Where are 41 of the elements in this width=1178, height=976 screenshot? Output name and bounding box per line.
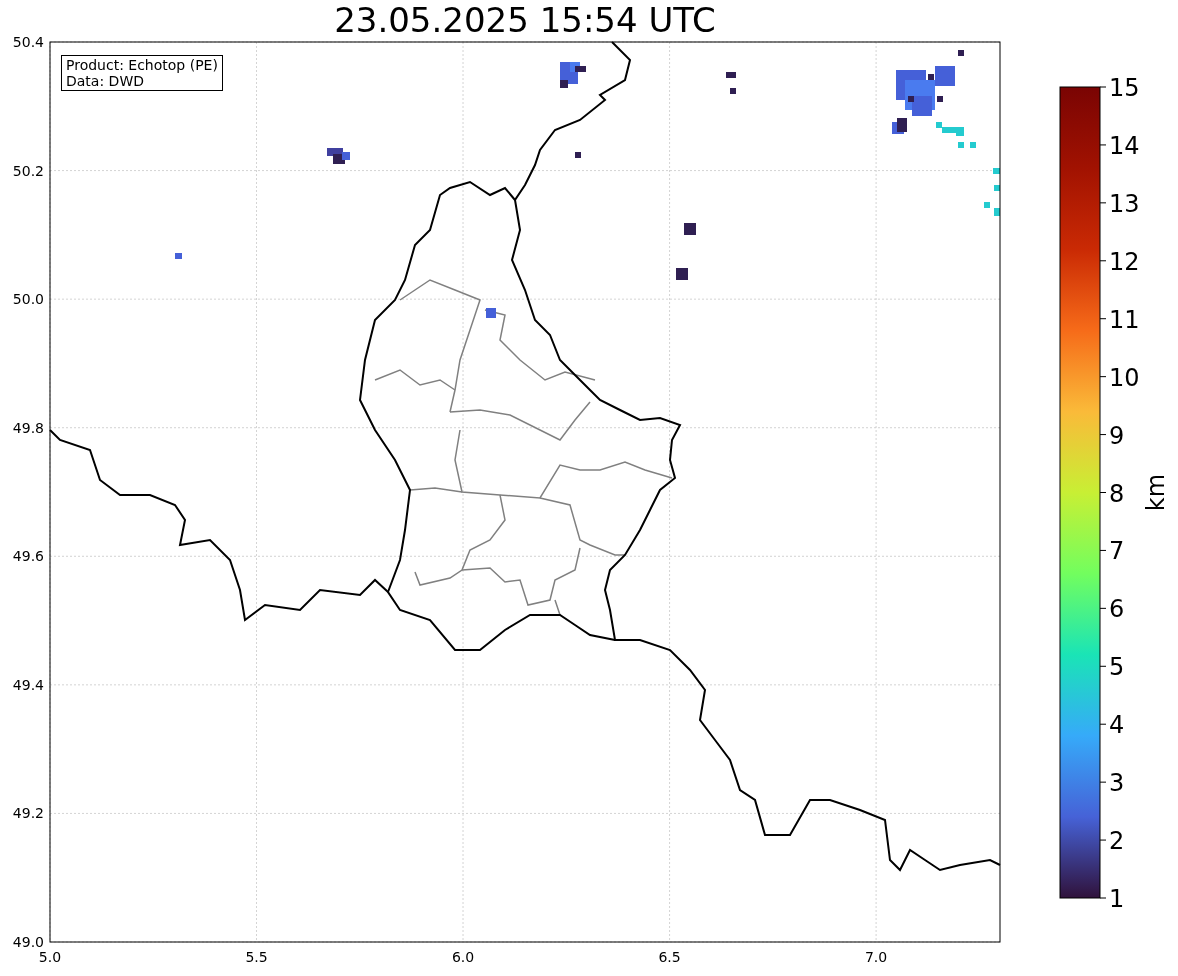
radar-echo-cluster xyxy=(560,62,586,88)
axis-tick-label: 5.5 xyxy=(245,949,268,965)
axis-tick-label: 6.0 xyxy=(451,949,475,965)
radar-echo-cluster xyxy=(575,152,581,158)
radar-echo-cluster xyxy=(684,223,696,235)
colorbar-tick-label: 3 xyxy=(1109,769,1125,798)
colorbar-label: km xyxy=(1142,473,1170,512)
axis-tick-label: 49.0 xyxy=(12,934,44,950)
colorbar-tick-label: 13 xyxy=(1109,189,1140,218)
axis-tick-label: 7.0 xyxy=(864,949,888,965)
colorbar-tick-label: 5 xyxy=(1109,653,1125,682)
colorbar-tick-label: 6 xyxy=(1109,595,1125,624)
info-text: Product: Echotop (PE) xyxy=(66,57,218,73)
colorbar-tick-label: 7 xyxy=(1109,537,1125,566)
radar-echo-cluster xyxy=(175,253,182,259)
axis-tick-label: 49.4 xyxy=(12,676,44,693)
colorbar-tick-label: 14 xyxy=(1109,131,1140,160)
radar-echo-cluster xyxy=(984,168,1000,216)
colorbar-tick-label: 10 xyxy=(1109,363,1140,392)
info-text: Data: DWD xyxy=(66,73,145,89)
radar-echo-cluster xyxy=(726,72,736,94)
radar-echo-cluster xyxy=(676,268,688,280)
axis-tick-label: 50.4 xyxy=(12,34,44,50)
colorbar-tick-label: 8 xyxy=(1109,479,1125,508)
axis-tick-label: 50.0 xyxy=(12,291,44,308)
radar-echo-cluster xyxy=(486,308,496,318)
colorbar-tick-label: 12 xyxy=(1109,247,1140,276)
colorbar-tick-label: 15 xyxy=(1109,74,1140,102)
colorbar-tick-label: 9 xyxy=(1109,421,1125,450)
axis-tick-label: 5.0 xyxy=(38,949,62,965)
axis-tick-label: 6.5 xyxy=(658,949,681,965)
axis-tick-label: 50.2 xyxy=(12,162,44,179)
colorbar-tick-label: 1 xyxy=(1109,885,1125,913)
colorbar-tick-label: 11 xyxy=(1109,305,1140,334)
colorbar-tick-label: 4 xyxy=(1109,711,1125,740)
axis-tick-label: 49.6 xyxy=(12,548,44,565)
chart-title: 23.05.2025 15:54 UTC xyxy=(334,0,716,40)
radar-echo-cluster xyxy=(327,148,350,164)
axis-tick-label: 49.8 xyxy=(12,419,44,436)
colorbar-tick-label: 2 xyxy=(1109,827,1125,856)
axis-tick-label: 49.2 xyxy=(12,805,44,822)
